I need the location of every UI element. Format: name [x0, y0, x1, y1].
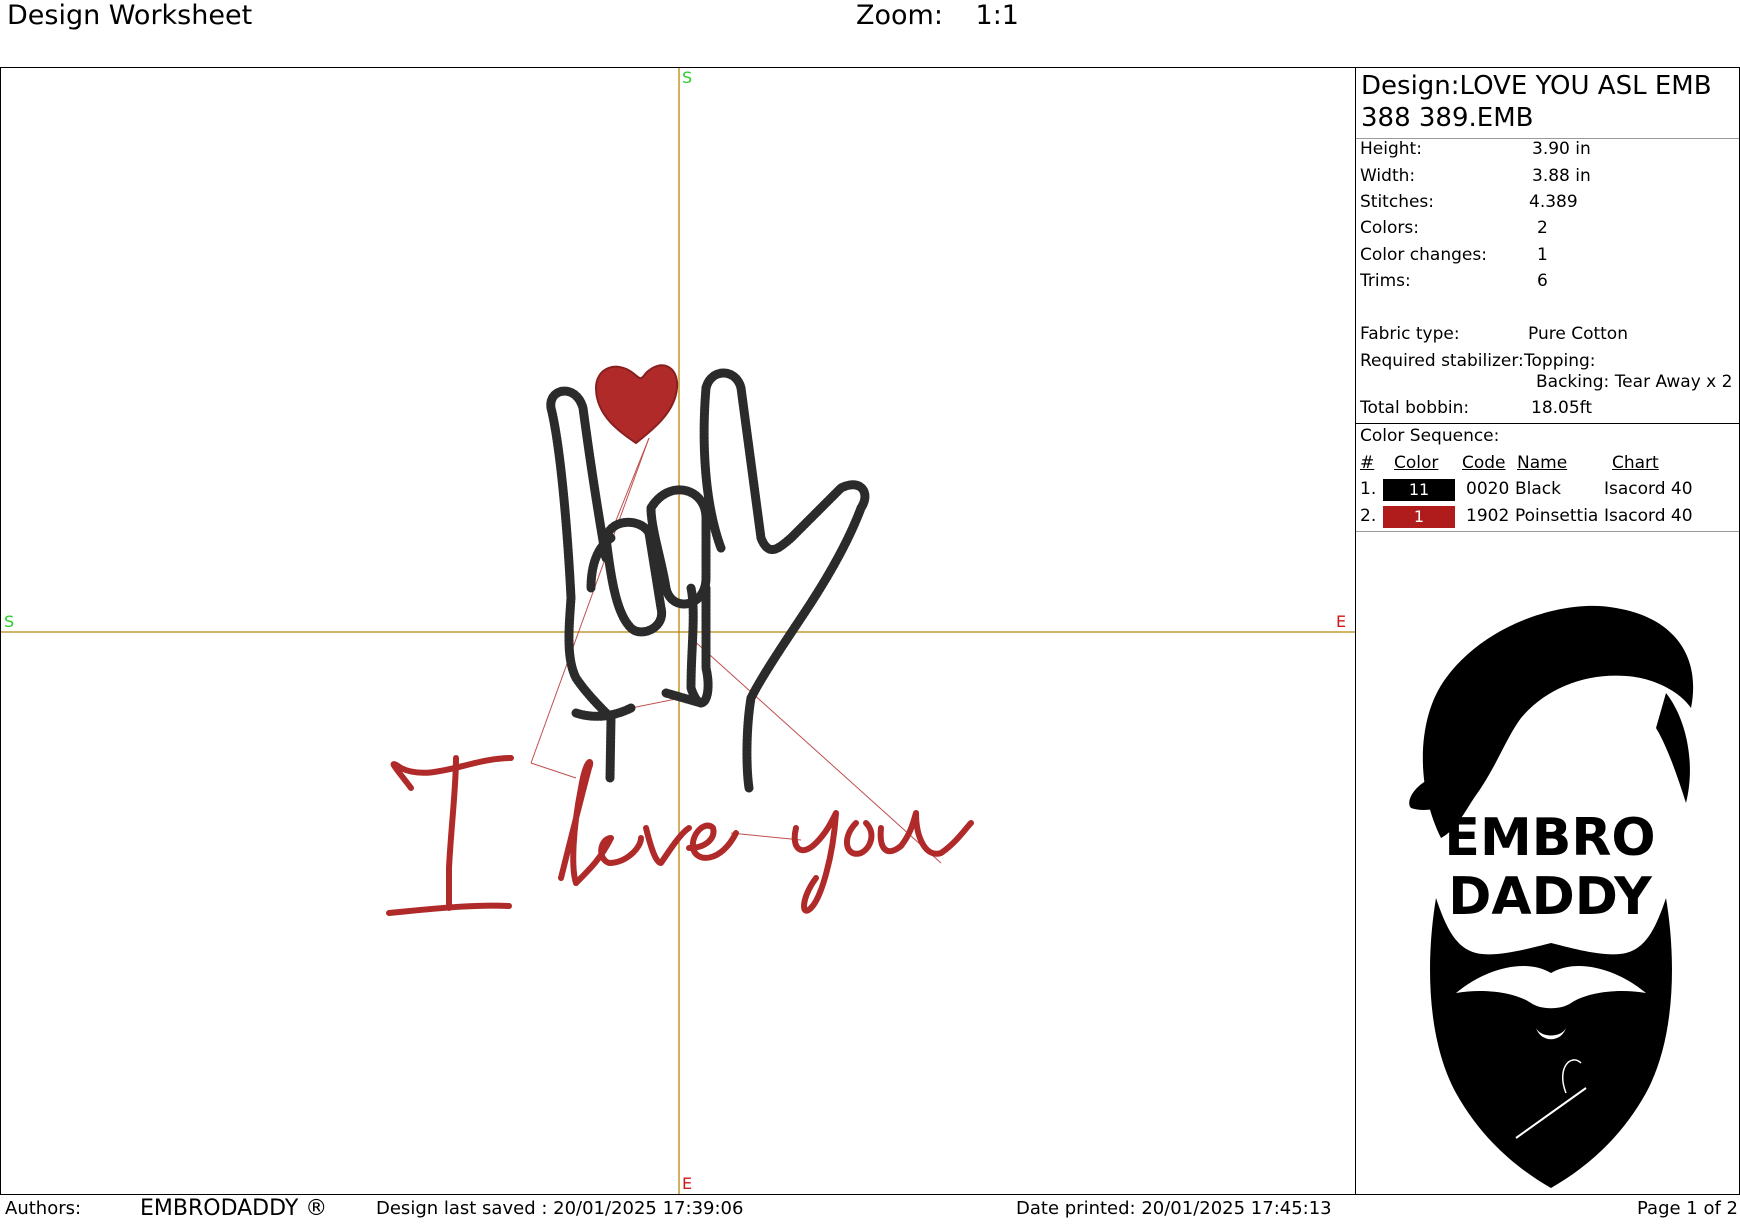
col-header-chart: Chart	[1612, 453, 1659, 473]
divider	[1356, 423, 1739, 424]
col-header-code: Code	[1462, 453, 1506, 473]
bobbin-label: Total bobbin:	[1360, 398, 1470, 418]
color-name: Black	[1515, 479, 1561, 499]
col-header-color: Color	[1394, 453, 1439, 473]
page-number: Page 1 of 2	[1637, 1198, 1738, 1219]
i-love-you-lettering	[386, 755, 974, 916]
color-name: Poinsettia	[1515, 506, 1599, 526]
color-swatch: 1	[1383, 506, 1455, 528]
date-printed: Date printed: 20/01/2025 17:45:13	[1016, 1198, 1332, 1219]
color-row-num: 2.	[1360, 506, 1377, 526]
bobbin-value: 18.05ft	[1531, 398, 1593, 418]
stat-label-width: Width:	[1360, 166, 1416, 186]
color-swatch: 11	[1383, 479, 1455, 501]
divider	[1356, 531, 1739, 532]
stat-label-colors: Colors:	[1360, 218, 1419, 238]
stat-value-stitches: 4.389	[1529, 192, 1578, 212]
color-chart: Isacord 40	[1604, 506, 1693, 526]
color-row-num: 1.	[1360, 479, 1377, 499]
fabric-value: Pure Cotton	[1528, 324, 1628, 344]
design-info-panel: Design:LOVE YOU ASL EMB 388 389.EMB Heig…	[1356, 67, 1740, 1195]
authors-label: Authors:	[5, 1198, 82, 1219]
color-chart: Isacord 40	[1604, 479, 1693, 499]
stat-label-trims: Trims:	[1360, 271, 1411, 291]
stat-value-height: 3.90 in	[1532, 139, 1591, 159]
zoom-indicator: Zoom: 1:1	[856, 0, 1019, 31]
stat-label-color-changes: Color changes:	[1360, 245, 1487, 265]
stat-label-height: Height:	[1360, 139, 1422, 159]
hair-side-shape	[1656, 693, 1690, 803]
color-sequence-title: Color Sequence:	[1360, 426, 1500, 446]
stat-value-trims: 6	[1537, 271, 1548, 291]
stabilizer-label: Required stabilizer:	[1360, 351, 1524, 371]
col-header-num: #	[1360, 453, 1375, 473]
stat-value-color-changes: 1	[1537, 245, 1548, 265]
last-saved: Design last saved : 20/01/2025 17:39:06	[376, 1198, 744, 1219]
axis-marker-left: S	[4, 612, 15, 631]
axis-marker-top: S	[682, 68, 693, 87]
hair-shape	[1422, 605, 1694, 838]
worksheet-title: Design Worksheet	[7, 0, 253, 31]
axis-marker-right: E	[1336, 612, 1347, 631]
design-name-line1: Design:LOVE YOU ASL EMB	[1361, 71, 1712, 101]
zoom-label: Zoom:	[856, 0, 943, 31]
zoom-value: 1:1	[975, 0, 1019, 31]
beard-shape	[1430, 898, 1672, 1188]
embroidery-preview	[1, 68, 1355, 1194]
logo-line1: EMBRO	[1444, 808, 1655, 868]
topping-value: Topping:	[1524, 351, 1596, 371]
worksheet-footer: Authors: EMBRODADDY ® Design last saved …	[0, 1195, 1740, 1224]
embrodaddy-logo: EMBRO DADDY	[1409, 605, 1694, 1188]
stat-value-width: 3.88 in	[1532, 166, 1591, 186]
axis-marker-bottom: E	[682, 1174, 693, 1193]
color-code: 0020	[1466, 479, 1510, 499]
logo-line2: DADDY	[1448, 867, 1653, 927]
design-canvas[interactable]: S S E E	[0, 67, 1356, 1195]
heart-shape	[594, 364, 679, 445]
stat-label-stitches: Stitches:	[1360, 192, 1435, 212]
hand-outline	[546, 368, 870, 793]
stat-value-colors: 2	[1537, 218, 1548, 238]
design-name: Design:LOVE YOU ASL EMB 388 389.EMB	[1361, 70, 1721, 134]
design-name-line2: 388 389.EMB	[1361, 103, 1534, 133]
fabric-label: Fabric type:	[1360, 324, 1460, 344]
backing-value: Backing: Tear Away x 2	[1536, 372, 1733, 392]
author-name: EMBRODADDY ®	[140, 1196, 328, 1221]
col-header-name: Name	[1517, 453, 1568, 473]
color-code: 1902	[1466, 506, 1510, 526]
